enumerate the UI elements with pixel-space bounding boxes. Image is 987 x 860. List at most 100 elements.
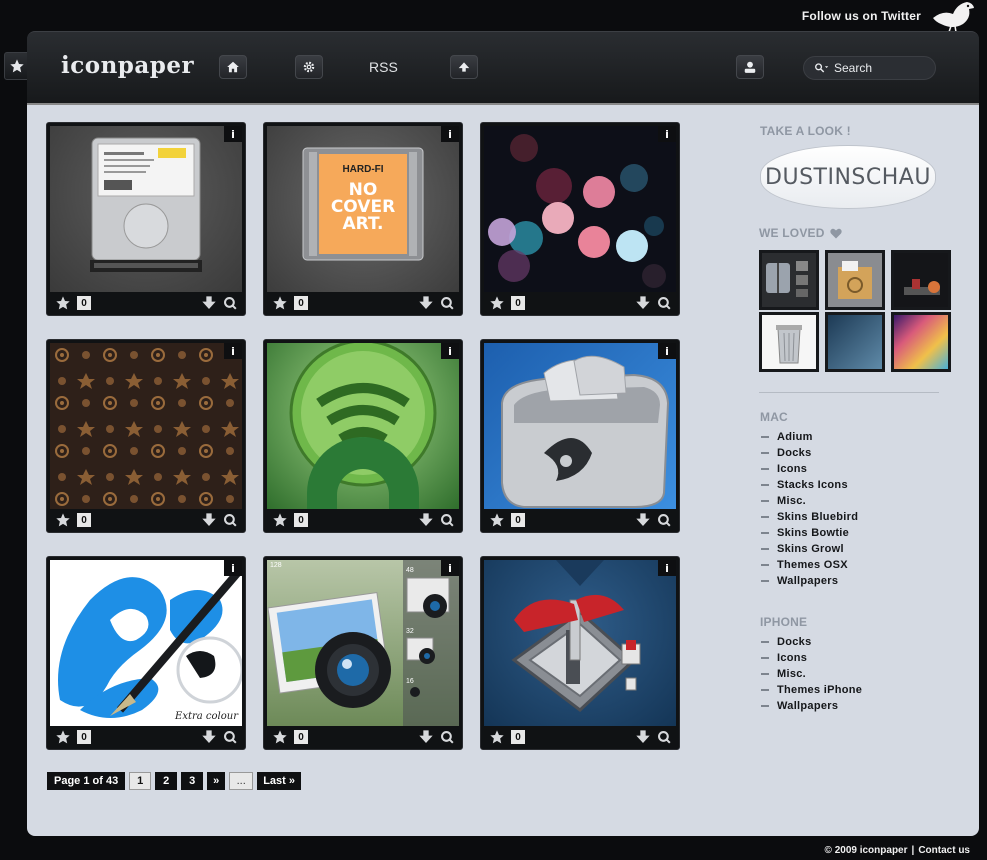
wallpaper-card[interactable]: i 0 <box>480 556 680 750</box>
rss-link[interactable]: RSS <box>369 55 398 79</box>
preview-icon[interactable] <box>223 296 237 310</box>
mac-category-stacks-icons[interactable]: Stacks Icons <box>759 477 858 493</box>
wallpaper-card[interactable]: i 0 <box>46 339 246 533</box>
info-button[interactable]: i <box>441 343 459 359</box>
loved-thumb[interactable] <box>891 312 951 372</box>
iphone-category-docks[interactable]: Docks <box>759 634 862 650</box>
wallpaper-thumbnail[interactable] <box>484 126 676 292</box>
page-2-link[interactable]: 2 <box>155 772 178 790</box>
star-icon[interactable] <box>489 512 505 528</box>
info-button[interactable]: i <box>224 560 242 576</box>
download-icon[interactable] <box>201 730 217 744</box>
gear-shifter-image <box>511 560 641 712</box>
wallpaper-card[interactable]: i 0 <box>46 122 246 316</box>
star-icon[interactable] <box>55 729 71 745</box>
info-button[interactable]: i <box>658 126 676 142</box>
next-page-link[interactable]: » <box>207 772 226 790</box>
preview-icon[interactable] <box>657 513 671 527</box>
info-button[interactable]: i <box>441 560 459 576</box>
preview-icon[interactable] <box>440 513 454 527</box>
settings-button[interactable] <box>295 55 323 79</box>
star-icon[interactable] <box>489 295 505 311</box>
info-button[interactable]: i <box>658 343 676 359</box>
mac-category-misc[interactable]: Misc. <box>759 493 858 509</box>
star-icon[interactable] <box>55 512 71 528</box>
mac-category-skins-bowtie[interactable]: Skins Bowtie <box>759 525 858 541</box>
card-toolbar: 0 <box>47 291 245 315</box>
star-icon[interactable] <box>272 295 288 311</box>
footer: © 2009 iconpaper | Contact us <box>825 845 970 856</box>
loved-thumb[interactable] <box>825 312 885 372</box>
star-icon[interactable] <box>489 729 505 745</box>
preview-icon[interactable] <box>657 296 671 310</box>
preview-icon[interactable] <box>440 296 454 310</box>
search-input[interactable] <box>834 61 924 75</box>
download-icon[interactable] <box>418 296 434 310</box>
star-icon[interactable] <box>272 512 288 528</box>
download-icon[interactable] <box>635 513 651 527</box>
upload-button[interactable] <box>450 55 478 79</box>
wallpaper-card[interactable]: 128 48 32 16 i 0 <box>263 556 463 750</box>
wallpaper-card[interactable]: Extra colour i 0 <box>46 556 246 750</box>
info-button[interactable]: i <box>441 126 459 142</box>
download-icon[interactable] <box>418 513 434 527</box>
search-box[interactable] <box>803 56 936 80</box>
download-icon[interactable] <box>635 296 651 310</box>
iphone-category-misc[interactable]: Misc. <box>759 666 862 682</box>
info-button[interactable]: i <box>658 560 676 576</box>
wallpaper-thumbnail[interactable] <box>484 343 676 509</box>
twitter-link[interactable]: Follow us on Twitter <box>802 9 921 23</box>
loved-thumb[interactable] <box>825 250 885 310</box>
iphone-category-wallpapers[interactable]: Wallpapers <box>759 698 862 714</box>
mac-category-docks[interactable]: Docks <box>759 445 858 461</box>
preview-icon[interactable] <box>440 730 454 744</box>
last-page-link[interactable]: Last » <box>257 772 301 790</box>
wallpaper-thumbnail[interactable]: Extra colour <box>50 560 242 726</box>
download-icon[interactable] <box>201 296 217 310</box>
card-toolbar: 0 <box>481 508 679 532</box>
download-icon[interactable] <box>201 513 217 527</box>
info-button[interactable]: i <box>224 126 242 142</box>
page-3-link[interactable]: 3 <box>181 772 204 790</box>
iphone-category-icons[interactable]: Icons <box>759 650 862 666</box>
preview-icon[interactable] <box>223 513 237 527</box>
page-1-link[interactable]: 1 <box>129 772 152 790</box>
mac-category-skins-growl[interactable]: Skins Growl <box>759 541 858 557</box>
mac-category-skins-bluebird[interactable]: Skins Bluebird <box>759 509 858 525</box>
dustinschau-banner[interactable]: DUSTINSCHAU <box>760 145 936 209</box>
info-button[interactable]: i <box>224 343 242 359</box>
download-icon[interactable] <box>418 730 434 744</box>
wallpaper-card[interactable]: i 0 <box>263 339 463 533</box>
wallpaper-thumbnail[interactable] <box>50 126 242 292</box>
home-button[interactable] <box>219 55 247 79</box>
mac-category-adium[interactable]: Adium <box>759 429 858 445</box>
account-button[interactable] <box>736 55 764 79</box>
loved-thumb[interactable] <box>759 312 819 372</box>
like-count: 0 <box>294 513 308 527</box>
twitter-bar[interactable]: Follow us on Twitter <box>727 0 987 33</box>
wallpaper-card[interactable]: i 0 <box>480 339 680 533</box>
wallpaper-thumbnail[interactable]: 128 48 32 16 <box>267 560 459 726</box>
star-icon[interactable] <box>272 729 288 745</box>
mac-category-icons[interactable]: Icons <box>759 461 858 477</box>
preview-icon[interactable] <box>223 730 237 744</box>
search-icon[interactable] <box>814 62 830 74</box>
download-icon[interactable] <box>635 730 651 744</box>
wallpaper-thumbnail[interactable] <box>484 560 676 726</box>
preview-icon[interactable] <box>657 730 671 744</box>
iphone-category-themes-iphone[interactable]: Themes iPhone <box>759 682 862 698</box>
mac-category-themes-osx[interactable]: Themes OSX <box>759 557 858 573</box>
logo[interactable]: iconpaper <box>61 52 194 79</box>
like-count: 0 <box>77 513 91 527</box>
star-icon[interactable] <box>55 295 71 311</box>
loved-thumb[interactable] <box>891 250 951 310</box>
mac-category-wallpapers[interactable]: Wallpapers <box>759 573 858 589</box>
wallpaper-card[interactable]: i 0 <box>480 122 680 316</box>
bird-icon[interactable] <box>929 0 975 33</box>
wallpaper-thumbnail[interactable]: HARD-FI NO COVER ART. <box>267 126 459 292</box>
wallpaper-card[interactable]: HARD-FI NO COVER ART. i 0 <box>263 122 463 316</box>
contact-link[interactable]: Contact us <box>918 845 970 856</box>
wallpaper-thumbnail[interactable] <box>267 343 459 509</box>
loved-thumb[interactable] <box>759 250 819 310</box>
wallpaper-thumbnail[interactable] <box>50 343 242 509</box>
